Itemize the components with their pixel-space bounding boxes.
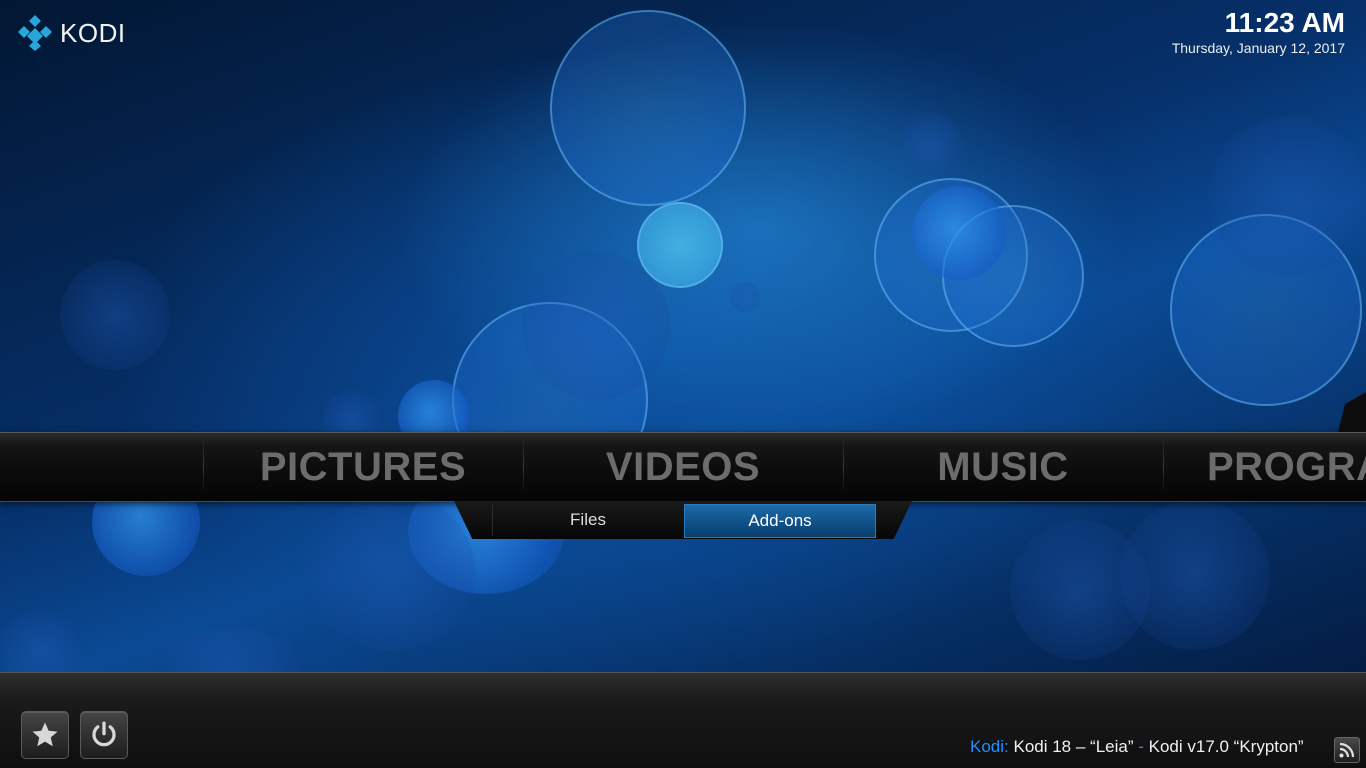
rss-ticker: Kodi: Kodi 18 – “Leia” - Kodi v17.0 “Kry… — [970, 737, 1330, 759]
kodi-logo-icon — [18, 15, 52, 51]
power-icon — [92, 721, 116, 747]
favourites-button[interactable] — [21, 711, 69, 759]
clock: 11:23 AM Thursday, January 12, 2017 — [1172, 6, 1345, 56]
rss-feed-icon — [1339, 742, 1355, 758]
rss-source: Kodi: — [970, 737, 1009, 756]
rss-headline: Kodi 18 – “Leia” — [1013, 737, 1134, 756]
menu-item-videos[interactable]: VIDEOS — [523, 433, 843, 501]
main-menu-bar: PICTURES VIDEOS MUSIC PROGRAMS — [0, 432, 1366, 502]
menu-item-music[interactable]: MUSIC — [843, 433, 1163, 501]
rss-icon[interactable] — [1334, 737, 1360, 763]
submenu-files[interactable]: Files — [492, 504, 683, 536]
rss-separator: - — [1133, 737, 1149, 756]
star-icon — [32, 722, 58, 747]
power-button[interactable] — [80, 711, 128, 759]
menu-edge-tab — [1338, 392, 1366, 432]
menu-item-pictures[interactable]: PICTURES — [203, 433, 523, 501]
logo-text: KODI — [60, 17, 126, 48]
clock-date: Thursday, January 12, 2017 — [1171, 40, 1345, 56]
rss-headline: Kodi v17.0 “Krypton” — [1148, 737, 1304, 756]
clock-time: 11:23 AM — [1224, 7, 1345, 38]
submenu: Files Add-ons — [454, 501, 912, 539]
submenu-addons[interactable]: Add-ons — [684, 504, 876, 538]
menu-item-programs[interactable]: PROGRAMS — [1163, 433, 1366, 501]
kodi-home-screen: KODI 11:23 AM Thursday, January 12, 2017… — [0, 0, 1366, 768]
bottom-bar: Kodi: Kodi 18 – “Leia” - Kodi v17.0 “Kry… — [0, 672, 1366, 768]
kodi-logo: KODI — [16, 14, 126, 52]
